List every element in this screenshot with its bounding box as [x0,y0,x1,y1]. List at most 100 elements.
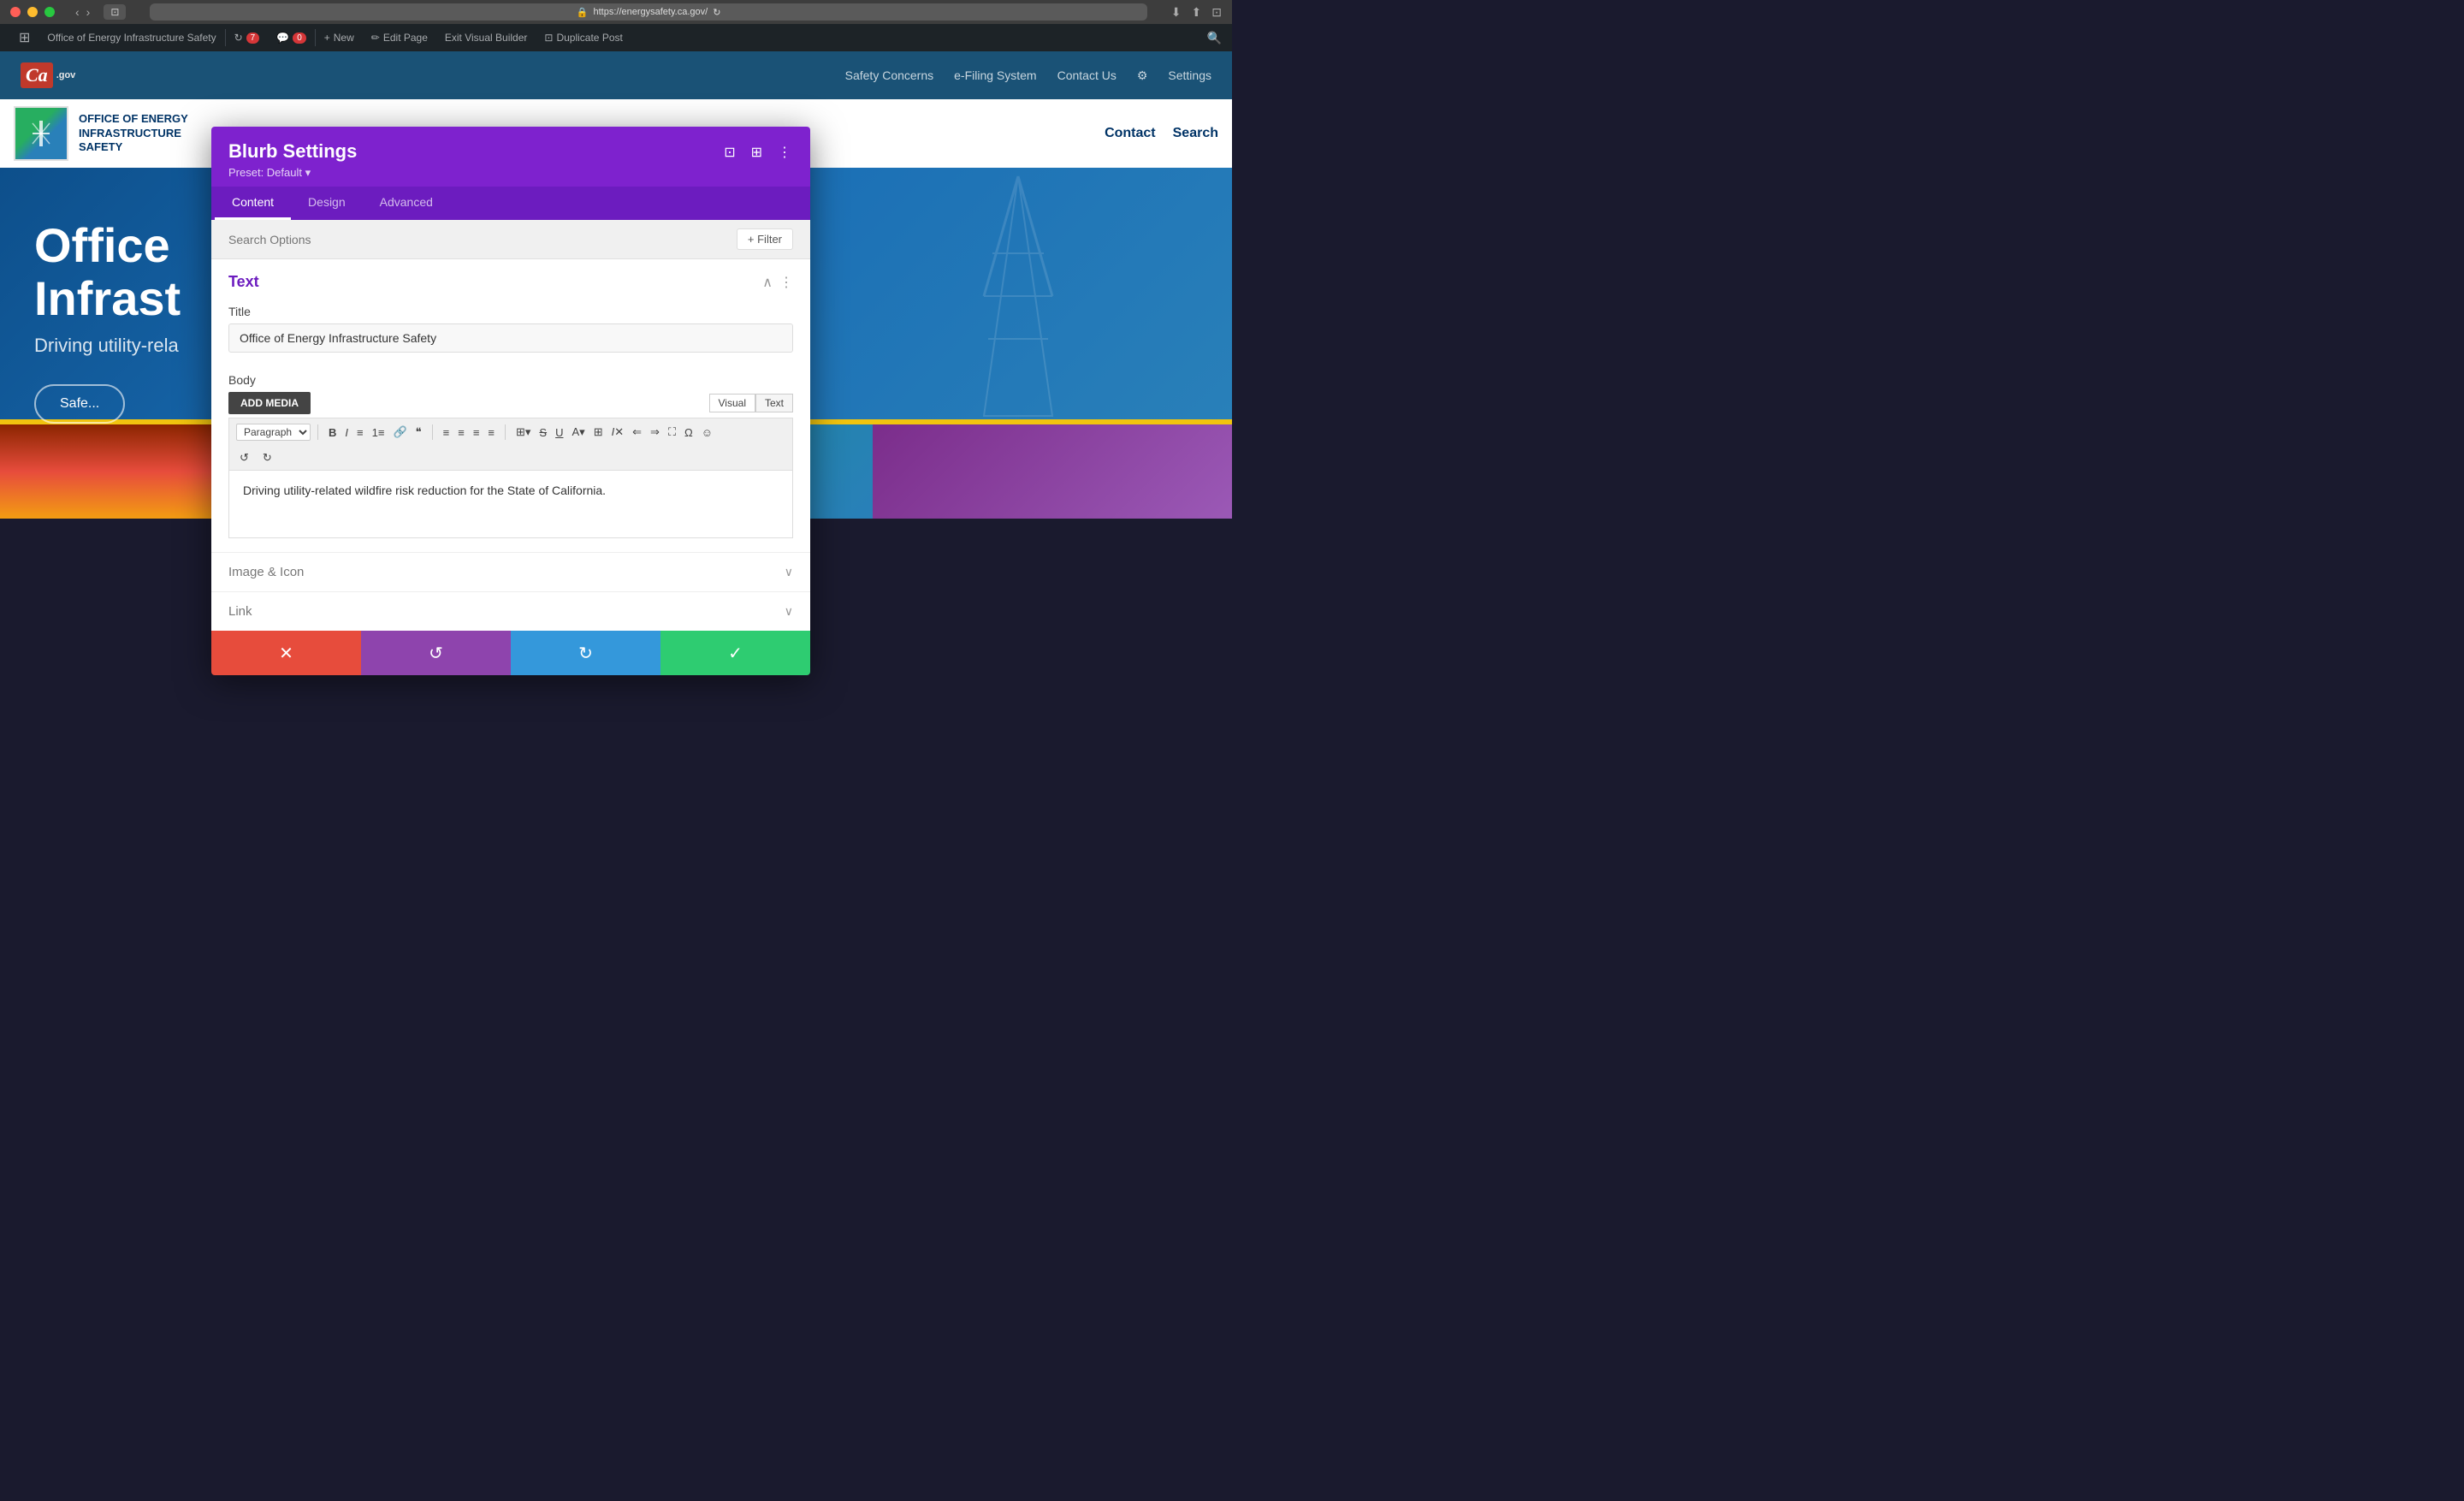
editor-toolbar-row2: ↺ ↻ [228,446,793,470]
link-btn[interactable]: 🔗 [389,424,410,441]
tab-design[interactable]: Design [291,187,363,220]
filter-btn[interactable]: + Filter [737,228,793,250]
org-name-line2: INFRASTRUCTURE [79,127,188,141]
paragraph-select[interactable]: Paragraph [236,424,311,441]
wp-logo-item[interactable]: ⊞ [10,24,38,51]
align-right-btn[interactable]: ≡ [470,424,483,441]
modal-redo-btn[interactable]: ↻ [511,631,660,675]
special-char-btn[interactable]: Ω [681,424,696,441]
undo-btn[interactable]: ↺ [236,449,252,466]
modal-reset-btn[interactable]: ↺ [361,631,511,675]
subheader-contact-link[interactable]: Contact [1105,126,1156,141]
modal-cancel-btn[interactable]: ✕ [211,631,361,675]
editor-area[interactable]: Driving utility-related wildfire risk re… [228,470,793,538]
section-controls: ∧ ⋮ [762,274,793,291]
link-chevron: ∨ [785,604,793,619]
wp-exit-visual-item[interactable]: Exit Visual Builder [436,24,536,51]
mac-tab-btn[interactable]: ⊡ [104,4,126,20]
ol-btn[interactable]: 1≡ [369,424,388,441]
indent-btn[interactable]: ⇒ [647,424,663,441]
wp-site-name[interactable]: Office of Energy Infrastructure Safety [38,24,224,51]
image-icon-chevron: ∨ [785,565,793,579]
modal-header-row: Blurb Settings Preset: Default ▾ ⊡ ⊞ ⋮ [228,140,793,180]
search-options-input[interactable] [228,233,737,246]
modal-header: Blurb Settings Preset: Default ▾ ⊡ ⊞ ⋮ [211,127,810,187]
underline-btn[interactable]: U [552,424,566,441]
wp-new-item[interactable]: + New [316,24,363,51]
nav-efiling[interactable]: e-Filing System [954,68,1036,82]
italic-btn[interactable]: I [341,424,352,441]
emoji-btn[interactable]: ☺ [698,424,716,441]
align-justify-btn[interactable]: ≡ [484,424,498,441]
modal-fullscreen-btn[interactable]: ⊡ [722,142,737,163]
hero-cta-button[interactable]: Safe... [34,384,125,424]
settings-icon[interactable]: ⚙ [1137,68,1148,83]
updates-icon: ↻ [234,32,243,44]
fullscreen-btn[interactable]: ⛶ [665,424,679,441]
mac-minimize-btn[interactable] [27,7,38,17]
new-label: New [334,32,354,44]
strikethrough-btn[interactable]: S [536,424,550,441]
modal-tabs: Content Design Advanced [211,187,810,220]
ul-btn[interactable]: ≡ [353,424,367,441]
table-btn[interactable]: ⊞▾ [512,424,534,441]
wp-updates-item[interactable]: ↻ 7 [226,24,269,51]
modal-split-btn[interactable]: ⊞ [749,142,764,163]
modal-more-btn[interactable]: ⋮ [776,142,793,163]
mac-forward-btn[interactable]: › [86,5,91,19]
tab-advanced[interactable]: Advanced [363,187,450,220]
paste-text-btn[interactable]: ⊞ [590,424,607,441]
align-group: ≡ ≡ ≡ ≡ [440,424,498,441]
mac-reload-icon[interactable]: ↻ [713,7,720,18]
toolbar-sep-3 [505,424,506,440]
mac-close-btn[interactable] [10,7,21,17]
wp-duplicate-item[interactable]: ⊡ Duplicate Post [536,24,631,51]
mac-maximize-btn[interactable] [44,7,55,17]
plus-icon: + [324,32,330,44]
modal-preset-selector[interactable]: Preset: Default ▾ [228,166,357,180]
site-logo-image [14,106,68,161]
modal-save-btn[interactable]: ✓ [660,631,810,675]
exit-label: Exit Visual Builder [445,32,528,44]
text-tab-btn[interactable]: Text [755,394,793,412]
edit-label: Edit Page [383,32,428,44]
modal-title-block: Blurb Settings Preset: Default ▾ [228,140,357,180]
format-group: B I ≡ 1≡ 🔗 ❝ [325,424,425,441]
clear-format-btn[interactable]: I✕ [608,424,628,441]
wp-comments-item[interactable]: 💬 0 [268,24,315,51]
hero-title-line1: Office [34,218,170,272]
section-collapse-btn[interactable]: ∧ [762,274,773,291]
title-field-input[interactable] [228,323,793,353]
redo-btn[interactable]: ↻ [259,449,275,466]
duplicate-label: Duplicate Post [556,32,622,44]
wp-search-icon[interactable]: 🔍 [1207,31,1222,45]
subheader-search-link[interactable]: Search [1173,126,1218,141]
ca-logo-script: Ca [26,64,48,86]
mac-share-icon[interactable]: ⬆ [1192,5,1202,20]
nav-contact-us[interactable]: Contact Us [1057,68,1116,82]
text-color-btn[interactable]: A▾ [568,424,588,441]
section-menu-btn[interactable]: ⋮ [779,274,793,291]
image-icon-section[interactable]: Image & Icon ∨ [211,552,810,591]
mac-back-btn[interactable]: ‹ [75,5,80,19]
link-section[interactable]: Link ∨ [211,591,810,631]
modal-footer: ✕ ↺ ↻ ✓ [211,631,810,675]
editor-toolbar-row1: Paragraph B I ≡ 1≡ 🔗 ❝ ≡ ≡ ≡ ≡ [228,418,793,446]
wp-edit-page-item[interactable]: ✏ Edit Page [363,24,436,51]
add-media-btn[interactable]: ADD MEDIA [228,392,311,414]
visual-tab-btn[interactable]: Visual [709,394,755,412]
outdent-btn[interactable]: ⇐ [629,424,645,441]
mac-chrome: ‹ › ⊡ 🔒 https://energysafety.ca.gov/ ↻ ⬇… [0,0,1232,24]
toolbar-sep-2 [432,424,433,440]
site-logo-block: OFFICE OF ENERGY INFRASTRUCTURE SAFETY [14,106,188,161]
hero-title-line2: Infrast [34,271,181,325]
mac-split-icon[interactable]: ⊡ [1211,5,1222,20]
duplicate-icon: ⊡ [544,32,553,44]
tab-content[interactable]: Content [215,187,291,220]
blockquote-btn[interactable]: ❝ [412,424,425,441]
mac-download-icon[interactable]: ⬇ [1171,5,1182,20]
align-left-btn[interactable]: ≡ [440,424,453,441]
nav-safety-concerns[interactable]: Safety Concerns [845,68,934,82]
bold-btn[interactable]: B [325,424,340,441]
align-center-btn[interactable]: ≡ [454,424,468,441]
